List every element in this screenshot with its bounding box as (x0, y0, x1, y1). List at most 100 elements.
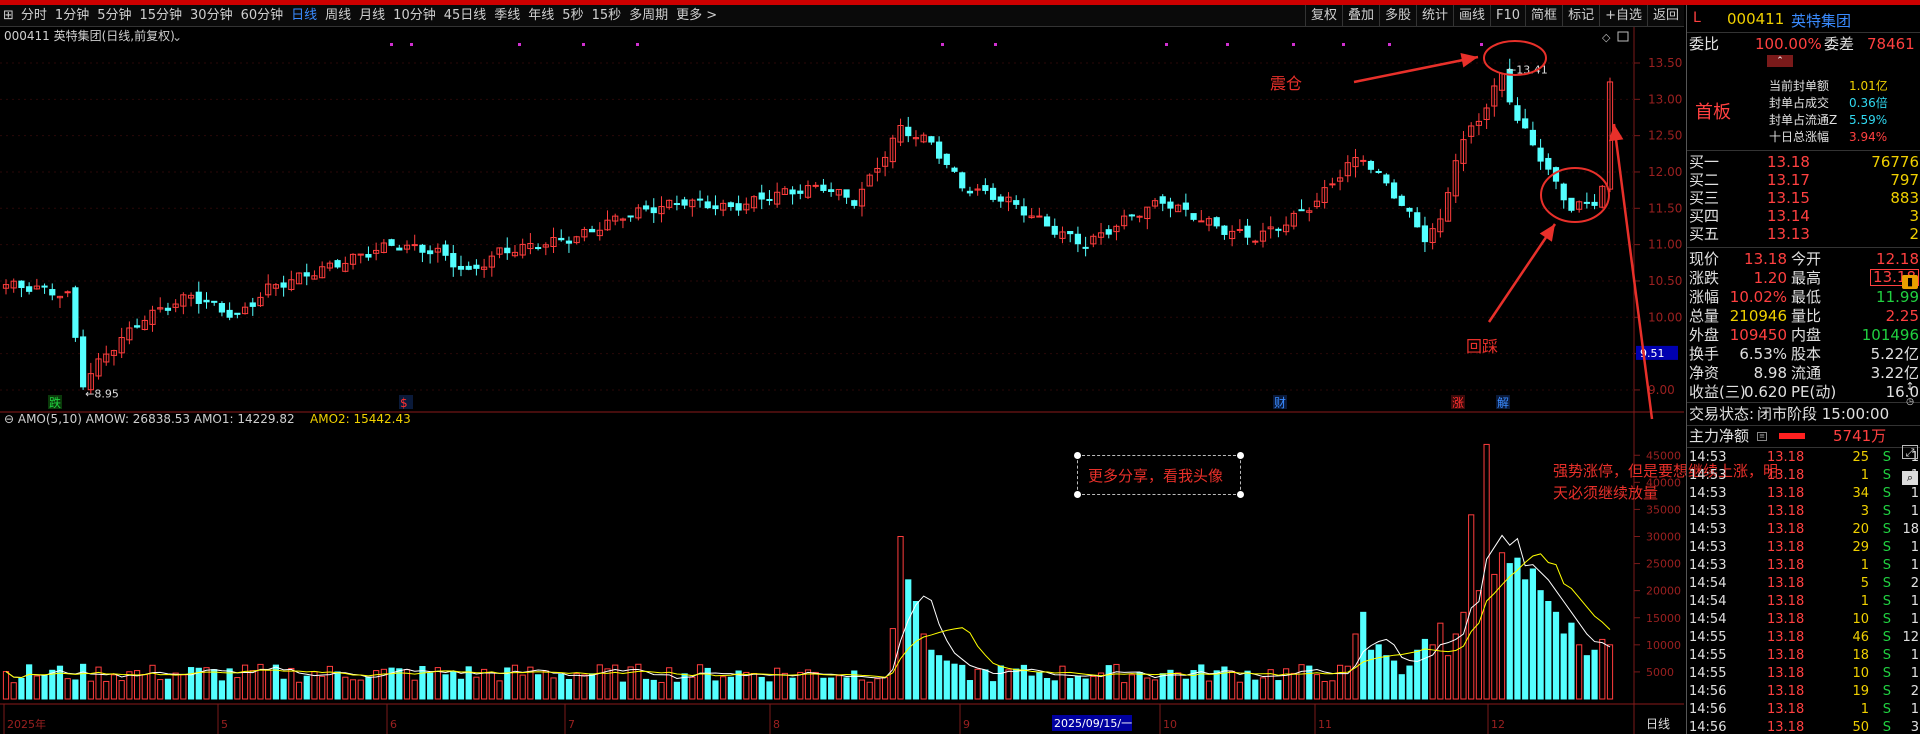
toolbar-button[interactable]: 叠加 (1341, 5, 1379, 27)
volume-bar (1105, 665, 1112, 700)
list-icon[interactable]: ≡ (1757, 432, 1767, 441)
period-tab[interactable]: 多周期 (625, 5, 672, 27)
toolbar-button[interactable]: +自选 (1599, 5, 1647, 27)
toolbar-button[interactable]: F10 (1490, 5, 1525, 27)
period-tab[interactable]: 周线 (321, 5, 355, 27)
resize-handle[interactable] (1237, 452, 1244, 459)
period-tab[interactable]: 更多 > (672, 5, 721, 27)
tick-row: 14:56 13.18 50 S 3 (1687, 720, 1920, 734)
share-text-box[interactable]: 更多分享，看我头像 (1074, 452, 1244, 498)
event-dot (1480, 43, 1483, 46)
toolbar-button[interactable]: 画线 (1453, 5, 1490, 27)
arrow-zhencang (1353, 55, 1479, 84)
volume-bar (511, 664, 519, 700)
seal-info-row: 十日总涨幅 3.94% (1687, 128, 1920, 146)
period-tab[interactable]: 1分钟 (51, 5, 93, 27)
candle-body (41, 285, 48, 288)
volume-bar (149, 664, 156, 700)
period-tab[interactable]: 15分钟 (135, 5, 186, 27)
kline-chart[interactable]: 000411 英特集团(日线,前复权)⌄ 13.50 13.00 12.50 12.00… (0, 27, 1684, 734)
tick-price: 13.18 (1767, 468, 1805, 483)
low-price-label: ←8.95 (85, 388, 119, 401)
tick-side: S (1882, 540, 1891, 555)
volume-bar (558, 673, 565, 700)
toolbar-button[interactable]: 多股 (1378, 5, 1416, 27)
volume-bar (118, 680, 125, 700)
event-dot (1388, 43, 1391, 46)
period-tab[interactable]: 5分钟 (93, 5, 135, 27)
candle-body (1522, 118, 1529, 129)
event-marker[interactable]: 财 (1274, 396, 1286, 410)
candle-body (1051, 225, 1058, 235)
volume-bar (326, 665, 333, 700)
event-marker[interactable]: 解 (1497, 396, 1509, 410)
period-tab[interactable]: 5秒 (558, 5, 587, 27)
tick-time: 14:53 (1689, 450, 1727, 465)
quote-row: 外盘 109450 内盘 101496 (1687, 326, 1920, 344)
collapse-icon[interactable]: ⌃ (1767, 55, 1793, 67)
volume-tick-label: 5000 (1646, 666, 1674, 679)
resize-handle[interactable] (1074, 452, 1081, 459)
period-tab[interactable]: 分时 (17, 5, 51, 27)
volume-bar (1568, 622, 1575, 700)
candle-body (1390, 182, 1398, 199)
candle-body (1105, 229, 1112, 235)
toolbar-button[interactable]: 标记 (1562, 5, 1599, 27)
volume-bar (80, 663, 87, 700)
volume-bar (265, 669, 272, 700)
toolbar-button[interactable]: 简框 (1525, 5, 1562, 27)
volume-bar (249, 670, 256, 700)
tick-price: 13.18 (1767, 594, 1805, 609)
period-tab[interactable]: 10分钟 (389, 5, 440, 27)
candle-body (164, 307, 172, 311)
chevron-down-icon[interactable]: ⌄ (172, 30, 182, 44)
window-icon[interactable] (1617, 31, 1629, 42)
toolbar-button[interactable]: 统计 (1415, 5, 1453, 27)
price-tick-label: 11.50 (1648, 201, 1682, 215)
volume-bar (1252, 679, 1259, 700)
tick-row: 14:55 13.18 18 S 1 (1687, 648, 1920, 666)
period-tab[interactable]: 45日线 (440, 5, 491, 27)
search-icon[interactable]: ⌕ (1902, 471, 1918, 485)
trade-status-value: 闭市阶段 15:00:00 (1757, 405, 1890, 423)
period-tab[interactable]: 年线 (524, 5, 558, 27)
zoom-icon[interactable]: ↕ (1902, 380, 1918, 393)
tick-time: 14:56 (1689, 702, 1727, 717)
tick-row: 14:5313.181S1 (1687, 558, 1920, 576)
period-tab[interactable]: 季线 (490, 5, 524, 27)
stock-name[interactable]: 英特集团 (1791, 10, 1851, 31)
tick-side: S (1882, 702, 1891, 717)
volume-bar (172, 672, 179, 700)
bid-label: 买一 (1689, 153, 1720, 171)
toolbar-button[interactable]: 复权 (1304, 5, 1342, 27)
resize-handle[interactable] (1074, 491, 1081, 498)
volume-bar (1074, 675, 1082, 700)
event-marker[interactable]: 跌 (49, 395, 61, 410)
period-tab[interactable]: 日线 (287, 5, 321, 27)
volume-bar (1175, 672, 1182, 700)
diamond-icon[interactable]: ◇ (1602, 31, 1611, 44)
volume-bar (588, 673, 596, 700)
period-tab[interactable]: 月线 (355, 5, 389, 27)
toolbar-button[interactable]: 返回 (1646, 5, 1684, 27)
volume-bar (349, 679, 357, 700)
resize-handle[interactable] (1237, 491, 1244, 498)
expand-icon[interactable]: ⤢ (1902, 445, 1918, 459)
candle-body (280, 282, 287, 288)
candle-body (650, 207, 657, 214)
event-marker[interactable]: 涨 (1452, 395, 1464, 410)
candle-body (234, 312, 241, 315)
period-tab-bottom[interactable]: 日线 (1646, 717, 1670, 731)
badge-icon[interactable]: ▮ (1902, 275, 1918, 289)
code-marker: L (1693, 10, 1701, 26)
volume-bar (1406, 665, 1413, 700)
period-tab[interactable]: 30分钟 (186, 5, 237, 27)
candle-body (457, 265, 465, 270)
period-tab[interactable]: 15秒 (588, 5, 626, 27)
period-tab[interactable]: 60分钟 (237, 5, 288, 27)
tick-count: 1 (1910, 648, 1919, 663)
toolbar-menu-icon[interactable]: ⊞ (0, 5, 17, 27)
event-marker[interactable]: $ (400, 396, 408, 410)
candle-body (1128, 214, 1135, 217)
candle-body (1043, 216, 1051, 227)
